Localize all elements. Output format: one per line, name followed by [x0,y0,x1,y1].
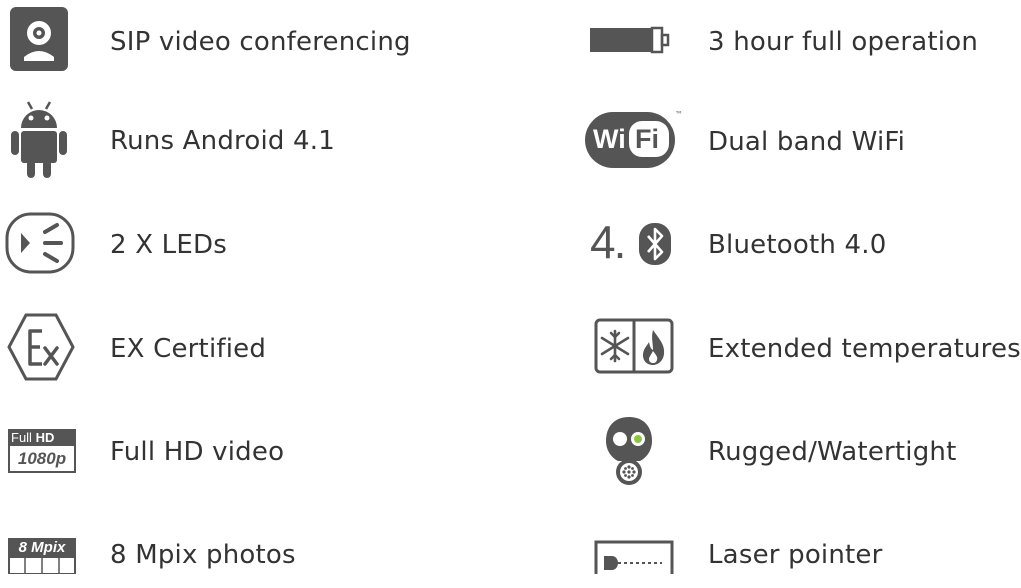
feature-label: Full HD video [110,437,285,467]
trademark: ™ [675,110,683,119]
gas-mask-icon [606,417,652,485]
badge-text: 1080p [8,446,76,473]
feature-label: 8 Mpix photos [110,540,296,570]
feature-item-battery: 3 hour full operation [580,5,1021,75]
temperature-icon [594,318,674,374]
feature-item-ex-certified: EX Certified [0,310,560,381]
logo-text: Wi [593,124,626,154]
feature-item-leds: 2 X LEDs [0,208,560,278]
feature-item-full-hd: Full HD 1080p Full HD video [0,415,560,485]
feature-label: Dual band WiFi [708,127,906,157]
ex-certified-icon [7,313,75,381]
laser-pointer-icon [594,540,674,574]
feature-item-sip-video: SIP video conferencing [0,5,560,75]
feature-item-wifi: Wi Fi ™ Dual band WiFi [580,105,1021,175]
wifi-logo-icon: Wi Fi ™ [585,110,683,168]
version-text: 4. [590,216,626,268]
badge-text: HD [35,430,55,445]
android-icon [11,101,67,178]
feature-item-rugged: Rugged/Watertight [580,415,1021,485]
feature-label: Runs Android 4.1 [110,126,335,156]
feature-label: 3 hour full operation [708,27,979,57]
led-icon [5,212,75,274]
feature-label: Bluetooth 4.0 [708,230,887,260]
webcam-icon [10,7,68,71]
camera-8mpix-icon: 8 Mpix [8,538,76,574]
feature-label: Rugged/Watertight [708,437,957,467]
feature-item-8mpix: 8 Mpix 8 Mpix photos [0,518,560,588]
badge-text: Full [11,430,32,445]
feature-item-temperature: Extended temperatures [580,310,1021,380]
feature-item-android: Runs Android 4.1 [0,100,560,178]
battery-icon [590,26,670,54]
feature-item-laser: Laser pointer [580,518,1021,588]
feature-item-bluetooth: 4. Bluetooth 4.0 [580,208,1021,278]
bluetooth-icon: 4. [588,218,678,268]
full-hd-icon: Full HD 1080p [8,429,76,475]
feature-label: Laser pointer [708,540,883,570]
feature-label: EX Certified [110,334,267,364]
feature-label: Extended temperatures [708,334,1021,364]
feature-label: SIP video conferencing [110,27,411,57]
badge-text: 8 Mpix [8,538,76,557]
feature-label: 2 X LEDs [110,230,227,260]
logo-text: Fi [635,124,659,154]
